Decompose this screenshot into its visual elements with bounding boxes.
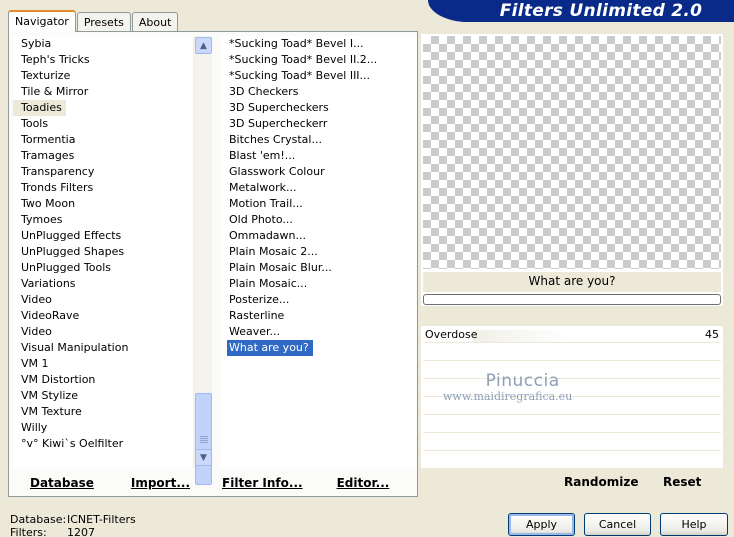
- category-item[interactable]: Video: [13, 292, 212, 308]
- parameter-value: 45: [705, 328, 719, 341]
- filter-item[interactable]: Ommadawn...: [221, 228, 416, 244]
- category-item[interactable]: Variations: [13, 276, 212, 292]
- scroll-down-button[interactable]: ▼: [195, 449, 212, 466]
- filter-item[interactable]: Metalwork...: [221, 180, 416, 196]
- settings-toolbar: Randomize Reset: [421, 470, 723, 496]
- category-item[interactable]: Tormentia: [13, 132, 212, 148]
- category-item[interactable]: Two Moon: [13, 196, 212, 212]
- filter-item[interactable]: Glasswork Colour: [221, 164, 416, 180]
- status-info: Database: ICNET-Filters Filters: 1207: [10, 513, 136, 537]
- filter-item[interactable]: Bitches Crystal...: [221, 132, 416, 148]
- import-button[interactable]: Import...: [131, 476, 190, 490]
- apply-button[interactable]: Apply: [508, 513, 575, 536]
- progress-bar: [423, 294, 721, 305]
- category-item[interactable]: UnPlugged Shapes: [13, 244, 212, 260]
- category-item[interactable]: Tools: [13, 116, 212, 132]
- filter-item[interactable]: What are you?: [227, 340, 313, 356]
- scroll-up-button[interactable]: ▲: [195, 37, 212, 54]
- app-title: Filters Unlimited 2.0: [428, 0, 734, 22]
- category-item[interactable]: Tymoes: [13, 212, 212, 228]
- spacer: [421, 306, 723, 326]
- category-item[interactable]: UnPlugged Effects: [13, 228, 212, 244]
- category-item[interactable]: Visual Manipulation: [13, 340, 212, 356]
- watermark: Pinuccia www.maidiregrafica.eu: [443, 371, 572, 403]
- reset-button[interactable]: Reset: [663, 475, 701, 489]
- filter-item[interactable]: Plain Mosaic...: [221, 276, 416, 292]
- category-item[interactable]: VideoRave: [13, 308, 212, 324]
- tab-strip: Navigator Presets About: [8, 10, 179, 32]
- category-item[interactable]: Sybia: [13, 36, 212, 52]
- filter-info-button[interactable]: Filter Info...: [222, 476, 303, 490]
- filter-item[interactable]: Blast 'em!...: [221, 148, 416, 164]
- category-item[interactable]: Tronds Filters: [13, 180, 212, 196]
- empty-slider-row: [423, 452, 721, 469]
- category-item[interactable]: VM Texture: [13, 404, 212, 420]
- category-item[interactable]: VM Distortion: [13, 372, 212, 388]
- watermark-url: www.maidiregrafica.eu: [443, 390, 573, 403]
- category-item[interactable]: Texturize: [13, 68, 212, 84]
- help-button[interactable]: Help: [660, 513, 728, 536]
- category-list[interactable]: Sybia Teph's Tricks Texturize Tile & Mirror…: [13, 36, 212, 468]
- filter-item[interactable]: Rasterline: [221, 308, 416, 324]
- filter-item[interactable]: *Sucking Toad* Bevel I...: [221, 36, 416, 52]
- filter-item[interactable]: *Sucking Toad* Bevel III...: [221, 68, 416, 84]
- filter-item[interactable]: Plain Mosaic Blur...: [221, 260, 416, 276]
- filter-item[interactable]: Old Photo...: [221, 212, 416, 228]
- tab-navigator[interactable]: Navigator: [8, 10, 76, 32]
- category-item[interactable]: Willy: [13, 420, 212, 436]
- grip-icon: [200, 436, 208, 444]
- category-item[interactable]: UnPlugged Tools: [13, 260, 212, 276]
- category-item[interactable]: Transparency: [13, 164, 212, 180]
- filters-count-label: Filters:: [10, 526, 47, 537]
- database-label: Database:: [10, 513, 67, 526]
- category-scrollbar[interactable]: ▲ ▼: [193, 36, 212, 485]
- category-item[interactable]: Teph's Tricks: [13, 52, 212, 68]
- category-item[interactable]: Tramages: [13, 148, 212, 164]
- filter-item[interactable]: Posterize...: [221, 292, 416, 308]
- database-value: ICNET-Filters: [67, 513, 136, 526]
- database-button[interactable]: Database: [30, 476, 94, 490]
- navigator-toolbar: Database Import... Filter Info... Editor…: [12, 470, 416, 496]
- empty-slider-row: [423, 416, 721, 433]
- category-item[interactable]: Tile & Mirror: [13, 84, 212, 100]
- category-item[interactable]: VM Stylize: [13, 388, 212, 404]
- filter-item[interactable]: 3D Supercheckerr: [221, 116, 416, 132]
- parameter-slider-overdose[interactable]: Overdose 45: [423, 326, 721, 343]
- current-filter-name: What are you?: [423, 272, 721, 292]
- filters-count-value: 1207: [67, 526, 95, 537]
- empty-slider-row: [423, 344, 721, 361]
- editor-button[interactable]: Editor...: [337, 476, 390, 490]
- watermark-main: Pinuccia: [485, 371, 560, 391]
- tab-presets[interactable]: Presets: [76, 12, 131, 32]
- category-item[interactable]: Toadies: [13, 100, 66, 116]
- empty-slider-row: [423, 434, 721, 451]
- filter-item[interactable]: 3D Supercheckers: [221, 100, 416, 116]
- preview-area[interactable]: [423, 36, 721, 269]
- randomize-button[interactable]: Randomize: [564, 475, 638, 489]
- chevron-down-icon: ▼: [200, 452, 207, 463]
- cancel-button[interactable]: Cancel: [584, 513, 651, 536]
- slider-track: [473, 330, 721, 342]
- filter-item[interactable]: Motion Trail...: [221, 196, 416, 212]
- filter-item[interactable]: Weaver...: [221, 324, 416, 340]
- category-item[interactable]: °v° Kiwi`s Oelfilter: [13, 436, 212, 452]
- category-item[interactable]: Video: [13, 324, 212, 340]
- filter-item[interactable]: 3D Checkers: [221, 84, 416, 100]
- filter-list[interactable]: *Sucking Toad* Bevel I... *Sucking Toad* …: [221, 36, 416, 468]
- filter-item[interactable]: Plain Mosaic 2...: [221, 244, 416, 260]
- category-item[interactable]: VM 1: [13, 356, 212, 372]
- tab-about[interactable]: About: [131, 12, 179, 32]
- filter-item[interactable]: *Sucking Toad* Bevel II.2...: [221, 52, 416, 68]
- chevron-up-icon: ▲: [200, 40, 207, 51]
- parameter-label: Overdose: [425, 328, 478, 341]
